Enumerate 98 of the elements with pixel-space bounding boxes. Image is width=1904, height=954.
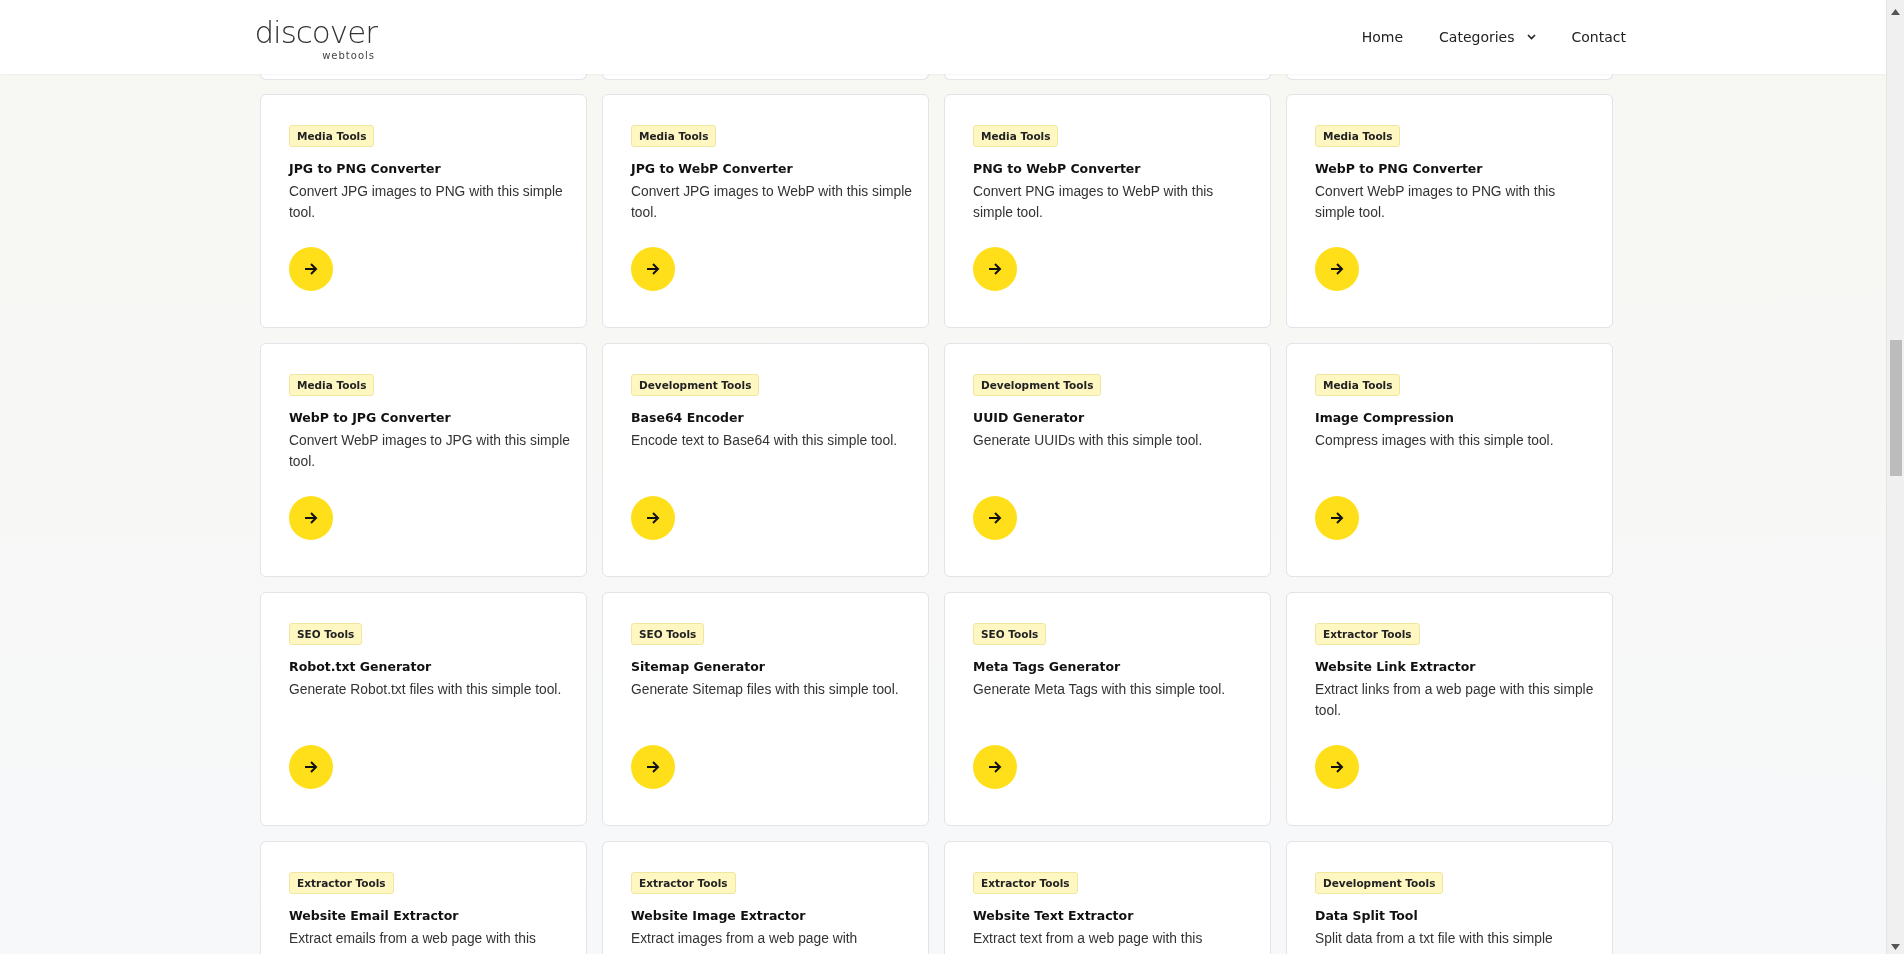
category-tag: Media Tools — [289, 374, 375, 396]
tool-description: Convert JPG images to WebP with this simple tool. — [631, 183, 913, 222]
tool-title[interactable]: Website Email Extractor — [289, 908, 459, 923]
logo-tagline: webtools — [322, 50, 375, 61]
category-tag: Media Tools — [1315, 374, 1401, 396]
tool-title[interactable]: Website Image Extractor — [631, 908, 806, 923]
arrow-right-icon — [1330, 511, 1344, 525]
open-tool-button[interactable] — [289, 496, 333, 540]
tool-description: Compress images with this simple tool. — [1315, 432, 1554, 450]
tool-card[interactable]: Development Tools Base64 Encoder Encode text to Base64 with this simple tool. — [602, 343, 929, 577]
open-tool-button[interactable] — [631, 496, 675, 540]
open-tool-button[interactable] — [973, 496, 1017, 540]
tool-title[interactable]: WebP to PNG Converter — [1315, 161, 1483, 176]
arrow-right-icon — [304, 262, 318, 276]
arrow-right-icon — [304, 511, 318, 525]
open-tool-button[interactable] — [973, 745, 1017, 789]
tool-title[interactable]: Sitemap Generator — [631, 659, 765, 674]
arrow-right-icon — [304, 760, 318, 774]
tool-title[interactable]: Robot.txt Generator — [289, 659, 432, 674]
category-tag: Extractor Tools — [289, 872, 394, 894]
tool-description: Split data from a txt file with this simple — [1315, 930, 1553, 948]
tool-card[interactable]: Extractor Tools Website Link Extractor Extract links from a web page with this simple tool. — [1286, 592, 1613, 826]
tool-title[interactable]: JPG to WebP Converter — [631, 161, 793, 176]
open-tool-button[interactable] — [631, 745, 675, 789]
tool-description: Convert PNG images to WebP with this simple tool. — [973, 183, 1215, 222]
chevron-down-icon — [1526, 34, 1536, 40]
tool-description: Convert JPG images to PNG with this simple tool. — [289, 183, 564, 222]
arrow-right-icon — [1330, 262, 1344, 276]
tool-description: Extract images from a web page with — [631, 930, 858, 948]
tool-title[interactable]: Base64 Encoder — [631, 410, 744, 425]
tool-description: Generate Sitemap files with this simple tool. — [631, 681, 899, 699]
tool-title[interactable]: WebP to JPG Converter — [289, 410, 451, 425]
nav-link[interactable]: Categories — [1439, 29, 1536, 45]
tool-description: Extract emails from a web page with this — [289, 930, 536, 948]
arrow-right-icon — [988, 760, 1002, 774]
category-tag: Extractor Tools — [1315, 623, 1420, 645]
tool-card[interactable]: SEO Tools Robot.txt Generator Generate Robot.txt files with this simple tool. — [260, 592, 587, 826]
nav-link[interactable]: Contact — [1571, 29, 1626, 45]
open-tool-button[interactable] — [1315, 745, 1359, 789]
category-tag: Media Tools — [289, 125, 375, 147]
open-tool-button[interactable] — [289, 247, 333, 291]
tool-description: Generate Meta Tags with this simple tool. — [973, 681, 1226, 699]
open-tool-button[interactable] — [631, 247, 675, 291]
arrow-right-icon — [1330, 760, 1344, 774]
tool-card[interactable]: Media Tools WebP to JPG Converter Convert WebP images to JPG with this simple tool. — [260, 343, 587, 577]
category-tag: Development Tools — [1315, 872, 1444, 894]
nav-link[interactable]: Home — [1361, 29, 1404, 45]
category-tag: Development Tools — [973, 374, 1102, 396]
tool-description: Convert WebP images to PNG with this simple tool. — [1315, 183, 1557, 222]
tool-description: Extract text from a web page with this — [973, 930, 1203, 948]
tool-description: Encode text to Base64 with this simple tool. — [631, 432, 898, 450]
open-tool-button[interactable] — [289, 745, 333, 789]
tool-title[interactable]: Website Text Extractor — [973, 908, 1134, 923]
tool-card[interactable]: Media Tools JPG to WebP Converter Convert JPG images to WebP with this simple tool. — [602, 94, 929, 328]
tool-title[interactable]: PNG to WebP Converter — [973, 161, 1141, 176]
category-tag: SEO Tools — [289, 623, 363, 645]
scroll-up-icon[interactable] — [1891, 9, 1900, 15]
tool-card[interactable]: Extractor Tools Website Text Extractor Extract text from a web page with this — [944, 841, 1271, 954]
tool-card[interactable]: Media Tools Image Compression Compress images with this simple tool. — [1286, 343, 1613, 577]
tool-card[interactable]: Extractor Tools Website Email Extractor Extract emails from a web page with this — [260, 841, 587, 954]
category-tag: SEO Tools — [973, 623, 1047, 645]
tool-description: Extract links from a web page with this simple tool. — [1315, 681, 1595, 720]
category-tag: Media Tools — [631, 125, 717, 147]
scroll-down-icon[interactable] — [1891, 944, 1900, 950]
tool-title[interactable]: UUID Generator — [973, 410, 1085, 425]
tool-card[interactable]: Media Tools WebP to PNG Converter Convert WebP images to PNG with this simple tool. — [1286, 94, 1613, 328]
open-tool-button[interactable] — [1315, 496, 1359, 540]
tool-card[interactable]: Development Tools Data Split Tool Split data from a txt file with this simple — [1286, 841, 1613, 954]
scrollbar-thumb[interactable] — [1889, 340, 1902, 476]
arrow-right-icon — [646, 511, 660, 525]
arrow-right-icon — [646, 760, 660, 774]
category-tag: Extractor Tools — [631, 872, 736, 894]
open-tool-button[interactable] — [1315, 247, 1359, 291]
tool-card[interactable]: Media Tools JPG to PNG Converter Convert JPG images to PNG with this simple tool. — [260, 94, 587, 328]
scrollbar[interactable] — [1886, 0, 1904, 954]
arrow-right-icon — [988, 511, 1002, 525]
category-tag: Media Tools — [973, 125, 1059, 147]
tool-title[interactable]: Data Split Tool — [1315, 908, 1418, 923]
tool-card[interactable]: Development Tools UUID Generator Generate UUIDs with this simple tool. — [944, 343, 1271, 577]
category-tag: Extractor Tools — [973, 872, 1078, 894]
tool-card[interactable]: SEO Tools Meta Tags Generator Generate Meta Tags with this simple tool. — [944, 592, 1271, 826]
tool-title[interactable]: Website Link Extractor — [1315, 659, 1476, 674]
arrow-right-icon — [646, 262, 660, 276]
tool-card[interactable]: SEO Tools Sitemap Generator Generate Sitemap files with this simple tool. — [602, 592, 929, 826]
tool-card[interactable]: Media Tools PNG to WebP Converter Convert PNG images to WebP with this simple tool. — [944, 94, 1271, 328]
category-tag: Media Tools — [1315, 125, 1401, 147]
category-tag: Development Tools — [631, 374, 760, 396]
tool-card[interactable]: Extractor Tools Website Image Extractor Extract images from a web page with — [602, 841, 929, 954]
open-tool-button[interactable] — [973, 247, 1017, 291]
logo-wordmark[interactable]: discover — [254, 13, 377, 50]
category-tag: SEO Tools — [631, 623, 705, 645]
tool-description: Convert WebP images to JPG with this simple tool. — [289, 432, 571, 471]
tool-description: Generate UUIDs with this simple tool. — [973, 432, 1203, 450]
tool-title[interactable]: Image Compression — [1315, 410, 1454, 425]
tool-title[interactable]: JPG to PNG Converter — [289, 161, 441, 176]
tool-title[interactable]: Meta Tags Generator — [973, 659, 1121, 674]
arrow-right-icon — [988, 262, 1002, 276]
tool-description: Generate Robot.txt files with this simple tool. — [289, 681, 562, 699]
